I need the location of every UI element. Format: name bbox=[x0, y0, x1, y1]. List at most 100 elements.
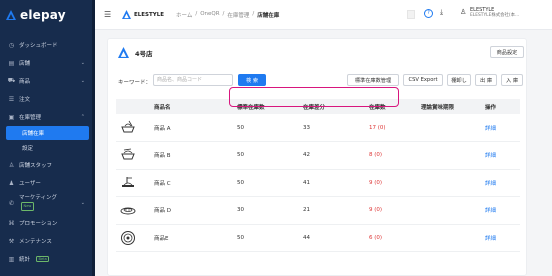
col-action: 操作 bbox=[481, 99, 520, 114]
chevron-down-icon: ⌄ bbox=[80, 60, 85, 66]
product-image-icon bbox=[121, 230, 135, 245]
stock-count: 8 (0) bbox=[365, 141, 417, 170]
breadcrumb-inventory[interactable]: 在庫管理 bbox=[227, 11, 249, 19]
sidebar-item-dashboard[interactable]: ◷ ダッシュボード bbox=[0, 36, 95, 54]
product-image-icon bbox=[121, 120, 135, 132]
promo-icon: ⌘ bbox=[8, 219, 15, 227]
stock-diff: 33 bbox=[299, 114, 365, 142]
product-name: 商品E bbox=[150, 224, 233, 252]
sidebar-nav: ◷ ダッシュボード ▤ 店舗 ⌄ ⛟ 商品 ⌄ ☰ 注文 ▣ 在庫管理 ⌃ 店舗… bbox=[0, 36, 95, 268]
clock-icon: ◷ bbox=[8, 41, 15, 49]
stock-out-button[interactable]: 出 庫 bbox=[475, 74, 497, 86]
col-product-name: 商品名 bbox=[150, 99, 233, 114]
stock-in-button[interactable]: 入 庫 bbox=[501, 74, 523, 86]
standard-stock: 50 bbox=[233, 224, 299, 252]
chevron-up-icon: ⌃ bbox=[80, 114, 85, 120]
sidebar-item-stores[interactable]: ▤ 店舗 ⌄ bbox=[0, 54, 95, 72]
new-badge: New bbox=[21, 202, 34, 211]
logo[interactable]: elepay bbox=[0, 0, 95, 30]
sidebar-item-products[interactable]: ⛟ 商品 ⌄ bbox=[0, 72, 95, 90]
inventory-card: 4号店 商品設定 キーワード： 商品名、商品コード 検 索 標準在庫数管理 CS… bbox=[107, 38, 527, 276]
store-title: 4号店 bbox=[118, 47, 153, 58]
stocktake-button[interactable]: 棚卸し bbox=[447, 74, 471, 86]
expiry bbox=[417, 196, 481, 225]
product-settings-button[interactable]: 商品設定 bbox=[490, 46, 524, 58]
expiry bbox=[417, 169, 481, 197]
store-logo-icon bbox=[118, 47, 129, 58]
detail-link[interactable]: 詳細 bbox=[481, 224, 520, 252]
stock-count: 9 (0) bbox=[365, 196, 417, 225]
detail-link[interactable]: 詳細 bbox=[481, 196, 520, 225]
sidebar-item-marketing[interactable]: ✆ マーケティング New ⌄ bbox=[0, 192, 95, 214]
elepay-logo-icon bbox=[6, 10, 16, 20]
beta-badge: Beta bbox=[36, 256, 50, 262]
table-row: 商品E 50 44 6 (0) 詳細 bbox=[116, 224, 520, 252]
user-menu[interactable]: ELESTYLE ELESTYLE株式会社(本... bbox=[470, 7, 519, 19]
staff-icon: ♙ bbox=[8, 161, 15, 169]
download-icon[interactable]: ⤓ bbox=[440, 8, 443, 17]
detail-link[interactable]: 詳細 bbox=[481, 114, 520, 142]
product-name: 商品 D bbox=[150, 196, 233, 225]
csv-export-button[interactable]: CSV Export bbox=[403, 74, 443, 86]
column-highlight-box bbox=[229, 87, 399, 107]
standard-stock-button[interactable]: 標準在庫数管理 bbox=[347, 74, 399, 86]
breadcrumb-oneqr[interactable]: OneQR bbox=[200, 11, 219, 19]
stock-count: 17 (0) bbox=[365, 114, 417, 142]
detail-link[interactable]: 詳細 bbox=[481, 141, 520, 170]
menu-toggle-icon[interactable]: ☰ bbox=[104, 10, 112, 19]
keyword-input[interactable]: 商品名、商品コード bbox=[153, 74, 233, 86]
sidebar-item-statistics[interactable]: ▥ 統計 Beta bbox=[0, 250, 95, 268]
table-row: 商品 D 30 21 9 (0) 詳細 bbox=[116, 196, 520, 225]
table-row: 商品 A 50 33 17 (0) 詳細 bbox=[116, 114, 520, 142]
stock-count: 9 (0) bbox=[365, 169, 417, 197]
main-content: 4号店 商品設定 キーワード： 商品名、商品コード 検 索 標準在庫数管理 CS… bbox=[95, 30, 552, 276]
sidebar-item-settings[interactable]: 設定 bbox=[0, 140, 95, 156]
product-name: 商品 C bbox=[150, 169, 233, 197]
expiry bbox=[417, 114, 481, 142]
detail-link[interactable]: 詳細 bbox=[481, 169, 520, 197]
sidebar-item-maintenance[interactable]: ⚒ メンテナンス bbox=[0, 232, 95, 250]
keyword-label: キーワード： bbox=[118, 80, 152, 86]
app-name: elepay bbox=[20, 8, 66, 22]
sidebar-item-store-inventory[interactable]: 店舗在庫 bbox=[6, 126, 89, 140]
standard-stock: 50 bbox=[233, 141, 299, 170]
expiry bbox=[417, 141, 481, 170]
stock-diff: 44 bbox=[299, 224, 365, 252]
sidebar-item-inventory[interactable]: ▣ 在庫管理 ⌃ bbox=[0, 108, 95, 126]
product-image-icon bbox=[122, 176, 134, 187]
product-image-icon bbox=[121, 148, 135, 160]
search-button[interactable]: 検 索 bbox=[238, 74, 266, 86]
product-image-icon bbox=[120, 207, 136, 215]
top-header: ☰ ELESTYLE ホーム / OneQR / 在庫管理 / 店舗在庫 ? ⤓… bbox=[95, 0, 552, 30]
product-name: 商品 A bbox=[150, 114, 233, 142]
expiry bbox=[417, 224, 481, 252]
standard-stock: 50 bbox=[233, 114, 299, 142]
chevron-down-icon: ⌄ bbox=[80, 78, 85, 84]
product-name: 商品 B bbox=[150, 141, 233, 170]
help-icon[interactable]: ? bbox=[424, 9, 433, 18]
brand-name: ELESTYLE bbox=[134, 11, 164, 18]
header-placeholder-box bbox=[407, 10, 415, 19]
breadcrumb: ホーム / OneQR / 在庫管理 / 店舗在庫 bbox=[175, 10, 280, 19]
user-icon: ♟ bbox=[8, 179, 15, 187]
chart-icon: ▥ bbox=[8, 255, 15, 263]
table-row: 商品 C 50 41 9 (0) 詳細 bbox=[116, 169, 520, 197]
sidebar-item-users[interactable]: ♟ ユーザー bbox=[0, 174, 95, 192]
sidebar-item-promotion[interactable]: ⌘ プロモーション bbox=[0, 214, 95, 232]
sidebar: elepay ◷ ダッシュボード ▤ 店舗 ⌄ ⛟ 商品 ⌄ ☰ 注文 ▣ 在庫… bbox=[0, 0, 95, 276]
user-org: ELESTYLE株式会社(本... bbox=[470, 13, 520, 18]
sidebar-item-orders[interactable]: ☰ 注文 bbox=[0, 90, 95, 108]
stock-diff: 41 bbox=[299, 169, 365, 197]
standard-stock: 30 bbox=[233, 196, 299, 225]
inventory-table: 商品名 標準在庫数 在庫差分 在庫数 理論賞味期限 操作 商品 A 50 33 … bbox=[116, 99, 520, 252]
breadcrumb-home[interactable]: ホーム bbox=[176, 11, 192, 19]
sidebar-item-staff[interactable]: ♙ 店舗スタッフ bbox=[0, 156, 95, 174]
megaphone-icon: ✆ bbox=[8, 199, 15, 207]
cart-icon: ⛟ bbox=[7, 77, 16, 84]
box-icon: ▣ bbox=[8, 113, 15, 121]
wrench-icon: ⚒ bbox=[8, 237, 15, 245]
user-icon[interactable]: ♙ bbox=[460, 8, 466, 16]
table-row: 商品 B 50 42 8 (0) 詳細 bbox=[116, 141, 520, 170]
stock-diff: 42 bbox=[299, 141, 365, 170]
standard-stock: 50 bbox=[233, 169, 299, 197]
